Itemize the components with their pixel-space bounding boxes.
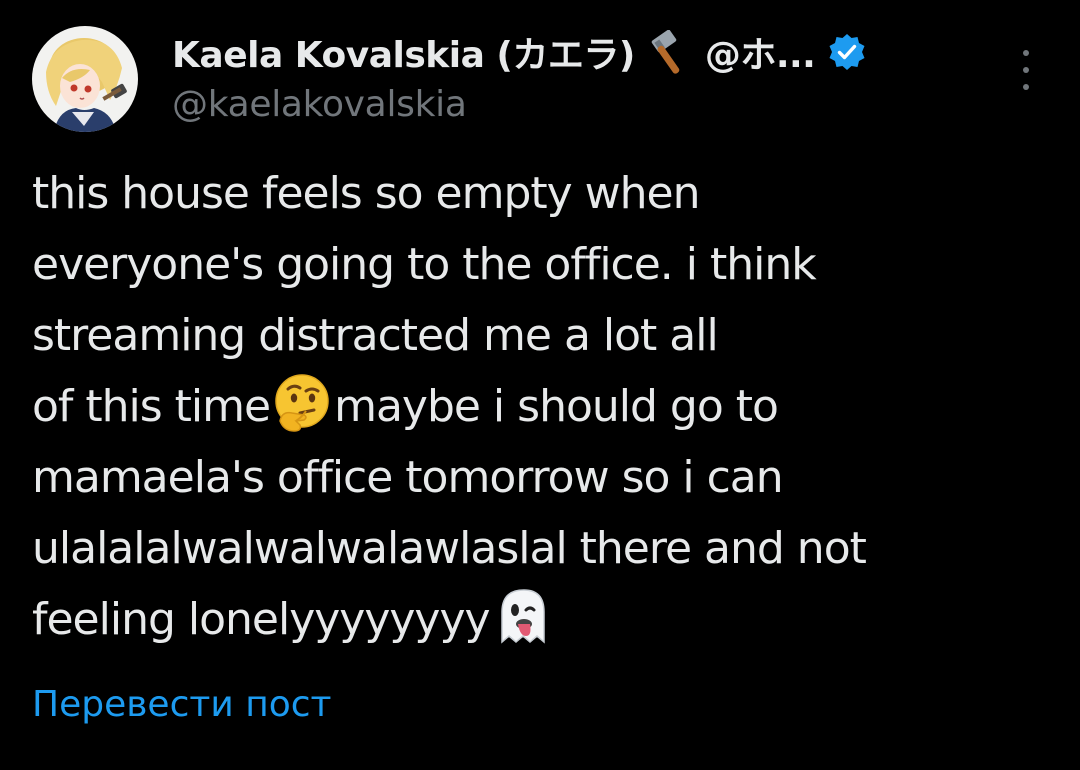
tweet-segment: maybe i should go to [334,381,779,432]
tweet-line: everyone's going to the office. i think [32,239,817,290]
tweet-text: this house feels so empty when everyone'… [32,158,1062,655]
username[interactable]: @kaelakovalskia [172,84,467,125]
tweet-line-4: of this time maybe i should go to [32,371,1062,442]
tweet-line: mamaela's office tomorrow so i can [32,452,784,503]
tweet-segment: of this time [32,381,271,432]
tweet-line: streaming distracted me a lot all [32,310,719,361]
tweet-line-8: feeling lonelyyyyyyyy [32,584,1062,655]
handle-truncated: @ホ... [704,35,816,76]
hammer-icon [645,29,697,74]
thinking-face-emoji [270,371,334,435]
translate-post-link[interactable]: Перевести пост [32,684,332,725]
author-name-row[interactable]: Kaela Kovalskia (カエラ) @ホ... [172,28,867,76]
more-options-icon[interactable] [1012,50,1040,90]
display-name[interactable]: Kaela Kovalskia (カエラ) [172,26,635,78]
more-dot [1023,84,1029,90]
verified-badge-icon[interactable] [827,32,867,72]
avatar-image [32,26,138,132]
more-dot [1023,50,1029,56]
tweet-line: ulalalalwalwalwalawlaslal there and not [32,523,867,574]
avatar[interactable] [32,26,138,132]
tweet-line: this house feels so empty when [32,168,701,219]
ghost-emoji [490,584,554,648]
tweet-segment: feeling lonelyyyyyyyy [32,594,491,645]
more-dot [1023,67,1029,73]
